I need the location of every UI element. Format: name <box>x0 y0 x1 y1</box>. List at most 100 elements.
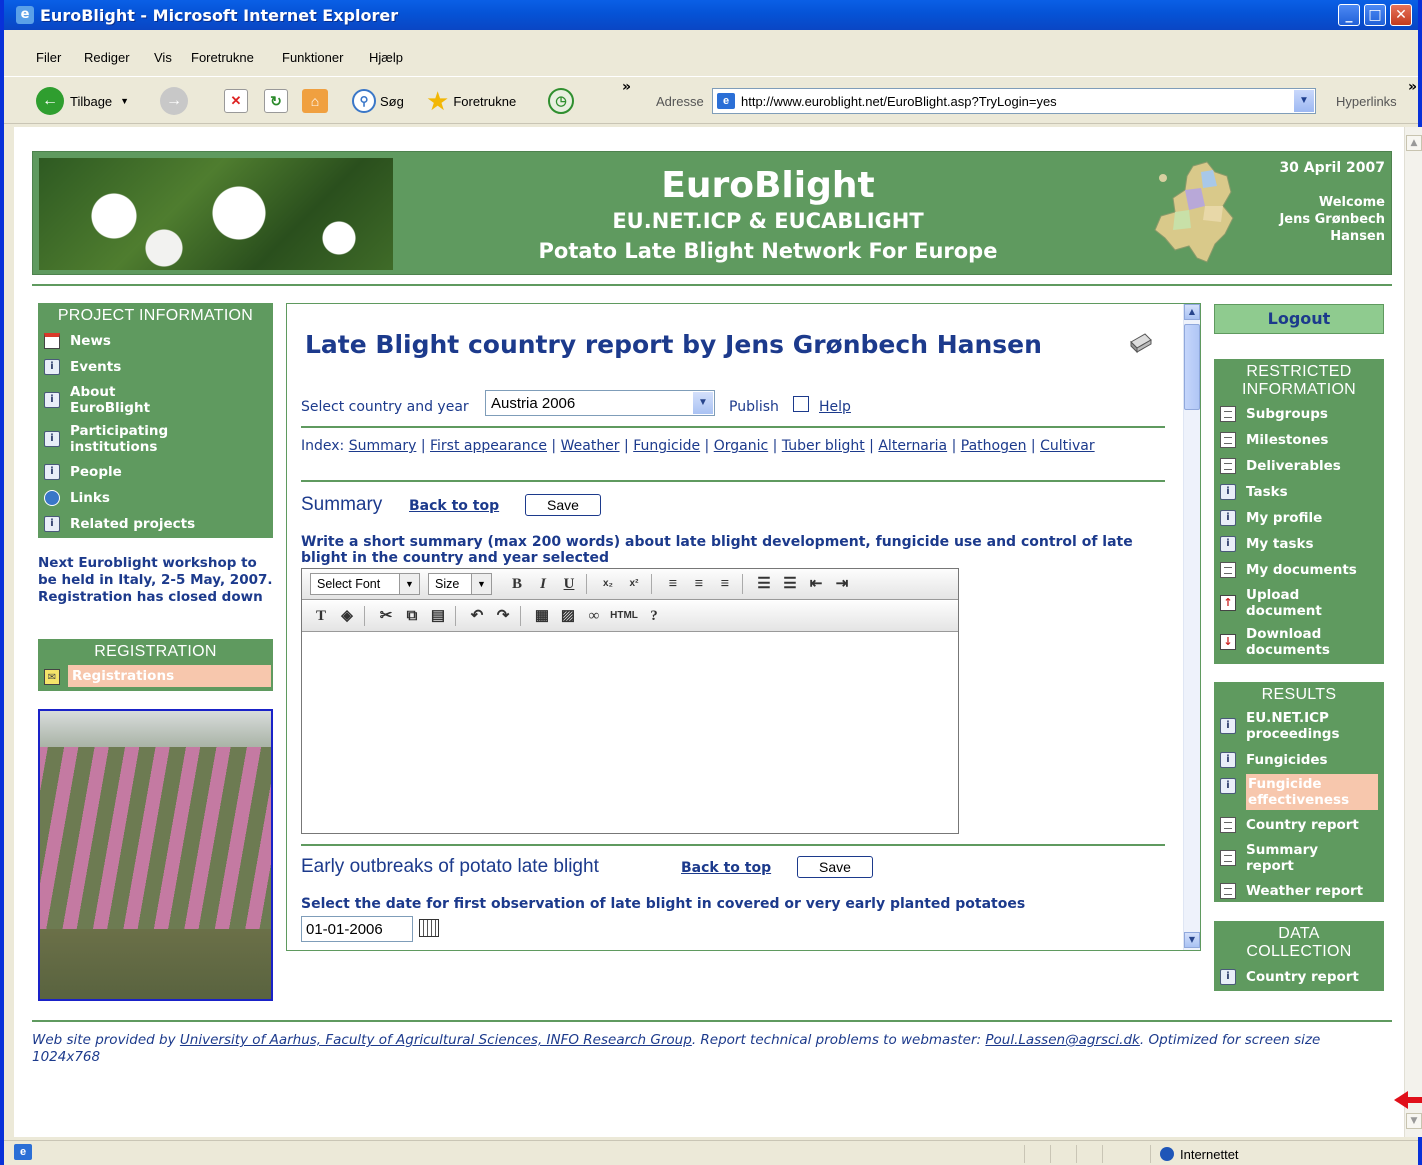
scroll-up-icon[interactable]: ▲ <box>1406 135 1422 151</box>
back-to-top-link[interactable]: Back to top <box>681 860 771 876</box>
index-link-organic[interactable]: Organic <box>714 438 768 454</box>
nav-upload-document[interactable]: ↑ Upload document <box>1220 587 1330 619</box>
first-observation-date-input[interactable]: 01-01-2006 <box>301 916 413 942</box>
outdent-icon[interactable]: ⇤ <box>805 573 827 595</box>
index-link-weather[interactable]: Weather <box>561 438 620 454</box>
history-button[interactable]: ◷ <box>548 87 574 115</box>
page-scrollbar[interactable]: ▲ ▼ <box>1404 127 1422 1137</box>
provider-link[interactable]: University of Aarhus, Faculty of Agricul… <box>180 1032 692 1048</box>
scroll-down-icon[interactable]: ▼ <box>1184 932 1200 948</box>
menu-help[interactable]: Hjælp <box>369 50 403 65</box>
scroll-thumb[interactable] <box>1184 324 1200 410</box>
size-select[interactable]: Size ▼ <box>428 573 492 595</box>
nav-subgroups[interactable]: Subgroups <box>1220 406 1328 422</box>
numbered-list-icon[interactable]: ☰ <box>779 573 801 595</box>
paste-icon[interactable]: ▤ <box>427 605 449 627</box>
undo-icon[interactable]: ↶ <box>466 605 488 627</box>
menu-favorites[interactable]: Foretrukne <box>191 50 254 65</box>
nav-people[interactable]: i People <box>44 464 122 480</box>
stop-button[interactable]: ✕ <box>224 87 248 115</box>
nav-summary-report[interactable]: Summary report <box>1220 842 1330 874</box>
menu-edit[interactable]: Rediger <box>84 50 130 65</box>
links-toolbar[interactable]: Hyperlinks <box>1336 94 1397 109</box>
image-icon[interactable]: ▨ <box>557 605 579 627</box>
nav-links[interactable]: Links <box>44 490 110 506</box>
favorites-button[interactable]: ★ Foretrukne <box>426 86 516 116</box>
align-center-icon[interactable]: ≡ <box>688 573 710 595</box>
search-button[interactable]: ⚲ Søg <box>352 87 404 115</box>
nav-my-profile[interactable]: i My profile <box>1220 510 1322 526</box>
text-color-icon[interactable]: T <box>310 605 332 627</box>
nav-milestones[interactable]: Milestones <box>1220 432 1328 448</box>
superscript-icon[interactable]: x² <box>623 573 645 595</box>
nav-related-projects[interactable]: i Related projects <box>44 516 195 532</box>
forward-button[interactable]: → <box>160 87 188 115</box>
nav-fungicides[interactable]: i Fungicides <box>1220 752 1328 768</box>
logout-button[interactable]: Logout <box>1214 304 1384 334</box>
nav-country-report-results[interactable]: Country report <box>1220 817 1359 833</box>
calendar-icon[interactable] <box>419 919 439 937</box>
nav-my-documents[interactable]: My documents <box>1220 562 1357 578</box>
index-link-pathogen[interactable]: Pathogen <box>961 438 1027 454</box>
nav-proceedings[interactable]: i EU.NET.ICP proceedings <box>1220 710 1350 742</box>
country-year-select[interactable]: Austria 2006 ▼ <box>485 390 715 416</box>
menu-tools[interactable]: Funktioner <box>282 50 343 65</box>
home-button[interactable]: ⌂ <box>302 87 328 115</box>
nav-weather-report[interactable]: Weather report <box>1220 883 1363 899</box>
nav-fungicide-effectiveness[interactable]: i Fungicide effectiveness <box>1220 774 1382 810</box>
underline-icon[interactable]: U <box>558 573 580 595</box>
cut-icon[interactable]: ✂ <box>375 605 397 627</box>
nav-my-tasks[interactable]: i My tasks <box>1220 536 1314 552</box>
save-early-button[interactable]: Save <box>797 856 873 878</box>
indent-icon[interactable]: ⇥ <box>831 573 853 595</box>
publish-checkbox[interactable] <box>793 396 809 412</box>
copy-icon[interactable]: ⧉ <box>401 605 423 627</box>
index-link-summary[interactable]: Summary <box>349 438 417 454</box>
index-link-tuber-blight[interactable]: Tuber blight <box>782 438 865 454</box>
italic-icon[interactable]: I <box>532 573 554 595</box>
chevron-down-icon[interactable]: ▼ <box>693 392 713 414</box>
back-button[interactable]: ← Tilbage ▼ <box>36 87 129 115</box>
address-dropdown-icon[interactable]: ▼ <box>1294 90 1314 112</box>
nav-about[interactable]: i About EuroBlight <box>44 384 174 416</box>
scroll-up-icon[interactable]: ▲ <box>1184 304 1200 320</box>
help-icon[interactable]: ? <box>643 605 665 627</box>
align-left-icon[interactable]: ≡ <box>662 573 684 595</box>
nav-registrations[interactable]: Registrations <box>68 665 271 687</box>
close-button[interactable]: ✕ <box>1390 4 1412 26</box>
nav-download-documents[interactable]: ↓ Download documents <box>1220 626 1340 658</box>
nav-deliverables[interactable]: Deliverables <box>1220 458 1341 474</box>
index-link-cultivar[interactable]: Cultivar <box>1040 438 1095 454</box>
nav-tasks[interactable]: i Tasks <box>1220 484 1288 500</box>
redo-icon[interactable]: ↷ <box>492 605 514 627</box>
nav-institutions[interactable]: i Participating institutions <box>44 423 204 455</box>
address-bar[interactable]: e http://www.euroblight.net/EuroBlight.a… <box>712 88 1316 114</box>
index-link-fungicide[interactable]: Fungicide <box>633 438 700 454</box>
links-overflow-icon[interactable]: » <box>1408 79 1417 95</box>
nav-news[interactable]: News <box>44 333 111 349</box>
font-select[interactable]: Select Font ▼ <box>310 573 420 595</box>
menu-view[interactable]: Vis <box>154 50 172 65</box>
help-link[interactable]: Help <box>819 399 851 415</box>
highlight-icon[interactable]: ◈ <box>336 605 358 627</box>
webmaster-email-link[interactable]: Poul.Lassen@agrsci.dk <box>985 1032 1140 1048</box>
subscript-icon[interactable]: x₂ <box>597 573 619 595</box>
index-link-alternaria[interactable]: Alternaria <box>878 438 947 454</box>
scroll-down-icon[interactable]: ▼ <box>1406 1113 1422 1129</box>
printer-icon[interactable] <box>1127 332 1153 354</box>
table-icon[interactable]: ▦ <box>531 605 553 627</box>
minimize-button[interactable]: _ <box>1338 4 1360 26</box>
align-right-icon[interactable]: ≡ <box>714 573 736 595</box>
bullet-list-icon[interactable]: ☰ <box>753 573 775 595</box>
nav-events[interactable]: i Events <box>44 359 121 375</box>
save-summary-button[interactable]: Save <box>525 494 601 516</box>
menu-file[interactable]: Filer <box>36 50 61 65</box>
back-to-top-link[interactable]: Back to top <box>409 498 499 514</box>
link-icon[interactable]: ∞ <box>583 605 605 627</box>
nav-country-report-data[interactable]: i Country report <box>1220 969 1359 985</box>
bold-icon[interactable]: B <box>506 573 528 595</box>
summary-editor-area[interactable] <box>302 633 958 833</box>
refresh-button[interactable]: ↻ <box>264 87 288 115</box>
html-mode-button[interactable]: HTML <box>609 605 639 627</box>
toolbar-overflow-icon[interactable]: » <box>622 79 631 95</box>
